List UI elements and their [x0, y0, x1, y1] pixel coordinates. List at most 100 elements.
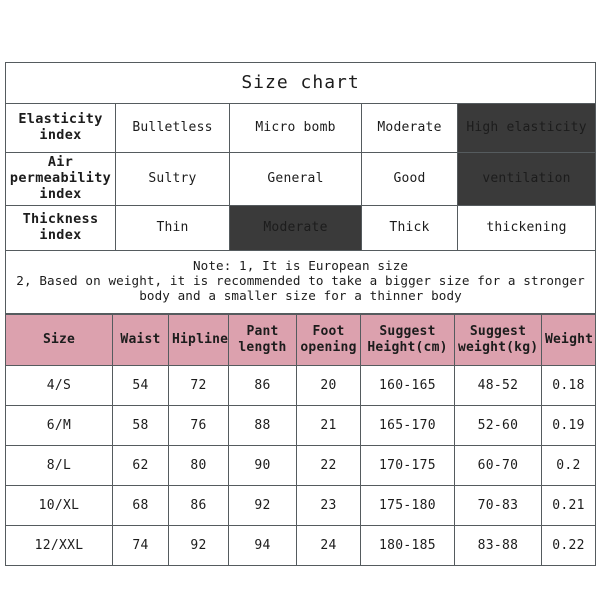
table-row: 4/S 54 72 86 20 160-165 48-52 0.18 [5, 364, 596, 406]
page-title: Size chart [4, 62, 597, 104]
cell-weight-4: 0.22 [541, 524, 596, 566]
table-row: 6/M 58 76 88 21 165-170 52-60 0.19 [5, 404, 596, 446]
thickness-option-thick: Thick [361, 204, 458, 251]
air-permeability-label-line2: permeability [9, 169, 112, 186]
air-permeability-option-good: Good [361, 152, 458, 206]
column-header-weight-line1: Weight [545, 332, 594, 348]
thickness-option-moderate-selected: Moderate [229, 204, 362, 251]
note-row: Note: 1, It is European size 2, Based on… [4, 249, 597, 314]
air-permeability-option-ventilation-selected: ventilation [456, 152, 597, 206]
air-permeability-index-label: Air permeability index [5, 152, 116, 206]
thickness-label-line2: index [39, 226, 82, 243]
elasticity-option-micro-bomb: Micro bomb [229, 103, 362, 153]
thickness-option-thin: Thin [115, 204, 230, 251]
column-header-foot-opening-line2: opening [300, 339, 357, 355]
column-header-hipline: Hipline [168, 313, 229, 366]
column-header-suggest-height-line2: Height(cm) [367, 339, 448, 355]
cell-hipline-0: 72 [168, 364, 229, 406]
index-table: Size chart Elasticity index Bulletless M… [4, 62, 597, 314]
column-header-suggest-height: Suggest Height(cm) [360, 313, 455, 366]
column-header-weight: Weight [541, 313, 596, 366]
air-permeability-option-general: General [229, 152, 362, 206]
cell-foot-opening-4: 24 [296, 524, 361, 566]
table-row: 12/XXL 74 92 94 24 180-185 83-88 0.22 [5, 524, 596, 566]
cell-waist-2: 62 [112, 444, 169, 486]
cell-size-2: 8/L [5, 444, 113, 486]
thickness-label-line1: Thickness [22, 210, 99, 227]
cell-suggest-height-3: 175-180 [360, 484, 455, 526]
cell-size-4: 12/XXL [5, 524, 113, 566]
elasticity-option-bulletless: Bulletless [115, 103, 230, 153]
column-header-size-line1: Size [42, 332, 76, 348]
cell-suggest-weight-1: 52-60 [454, 404, 542, 446]
measurements-table: Size Waist Hipline Pant length Foot open [5, 313, 596, 566]
table-row: 10/XL 68 86 92 23 175-180 70-83 0.21 [5, 484, 596, 526]
cell-hipline-4: 92 [168, 524, 229, 566]
cell-pant-length-0: 86 [228, 364, 297, 406]
column-header-waist: Waist [112, 313, 169, 366]
elasticity-label-line2: index [39, 127, 82, 143]
cell-weight-1: 0.19 [541, 404, 596, 446]
column-header-hipline-line1: Hipline [172, 332, 229, 348]
cell-suggest-weight-0: 48-52 [454, 364, 542, 406]
elasticity-option-high-elasticity-selected: High elasticity [456, 103, 597, 153]
cell-suggest-height-4: 180-185 [360, 524, 455, 566]
cell-waist-1: 58 [112, 404, 169, 446]
air-permeability-label-line1: Air [47, 154, 74, 170]
cell-weight-3: 0.21 [541, 484, 596, 526]
cell-suggest-height-2: 170-175 [360, 444, 455, 486]
cell-pant-length-3: 92 [228, 484, 297, 526]
cell-size-1: 6/M [5, 404, 113, 446]
table-row: 8/L 62 80 90 22 170-175 60-70 0.2 [5, 444, 596, 486]
cell-foot-opening-1: 21 [296, 404, 361, 446]
column-header-suggest-weight-line1: Suggest [469, 324, 527, 340]
column-header-suggest-height-line1: Suggest [379, 324, 436, 340]
air-permeability-index-row: Air permeability index Sultry General Go… [5, 152, 597, 206]
cell-size-3: 10/XL [5, 484, 113, 526]
thickness-option-thickening: thickening [456, 204, 597, 251]
column-header-pant-length: Pant length [228, 313, 297, 366]
cell-hipline-3: 86 [168, 484, 229, 526]
cell-hipline-1: 76 [168, 404, 229, 446]
cell-waist-4: 74 [112, 524, 169, 566]
note-line-1: Note: 1, It is European size [192, 258, 409, 274]
cell-suggest-height-0: 160-165 [360, 364, 455, 406]
column-header-suggest-weight-line2: weight(kg) [458, 339, 539, 355]
column-header-pant-length-line1: Pant [246, 324, 279, 340]
column-header-suggest-weight: Suggest weight(kg) [454, 313, 542, 366]
cell-foot-opening-0: 20 [296, 364, 361, 406]
air-permeability-option-sultry: Sultry [115, 152, 230, 206]
cell-pant-length-1: 88 [228, 404, 297, 446]
cell-suggest-weight-2: 60-70 [454, 444, 542, 486]
cell-suggest-height-1: 165-170 [360, 404, 455, 446]
air-permeability-label-line3: index [39, 185, 82, 202]
cell-foot-opening-2: 22 [296, 444, 361, 486]
elasticity-label-line1: Elasticity [18, 111, 103, 128]
elasticity-index-row: Elasticity index Bulletless Micro bomb M… [5, 103, 597, 153]
elasticity-option-moderate: Moderate [361, 103, 458, 153]
column-header-pant-length-line2: length [238, 339, 287, 355]
size-chart-container: Size chart Elasticity index Bulletless M… [4, 62, 597, 566]
cell-foot-opening-3: 23 [296, 484, 361, 526]
cell-waist-0: 54 [112, 364, 169, 406]
cell-weight-2: 0.2 [541, 444, 596, 486]
cell-weight-0: 0.18 [541, 364, 596, 406]
column-header-waist-line1: Waist [120, 332, 161, 348]
title-row: Size chart [4, 62, 597, 104]
column-header-foot-opening: Foot opening [296, 313, 361, 366]
measurements-header-row: Size Waist Hipline Pant length Foot open [5, 313, 596, 366]
cell-pant-length-2: 90 [228, 444, 297, 486]
note-line-2: 2, Based on weight, it is recommended to… [16, 273, 585, 304]
thickness-index-row: Thickness index Thin Moderate Thick thic… [5, 204, 597, 251]
column-header-size: Size [5, 313, 113, 366]
cell-size-0: 4/S [5, 364, 113, 406]
cell-pant-length-4: 94 [228, 524, 297, 566]
cell-hipline-2: 80 [168, 444, 229, 486]
cell-waist-3: 68 [112, 484, 169, 526]
column-header-foot-opening-line1: Foot [312, 324, 345, 340]
size-chart-page: Size chart Elasticity index Bulletless M… [0, 0, 600, 600]
cell-suggest-weight-4: 83-88 [454, 524, 542, 566]
thickness-index-label: Thickness index [5, 204, 116, 251]
elasticity-index-label: Elasticity index [5, 103, 116, 153]
note-block: Note: 1, It is European size 2, Based on… [4, 249, 597, 314]
